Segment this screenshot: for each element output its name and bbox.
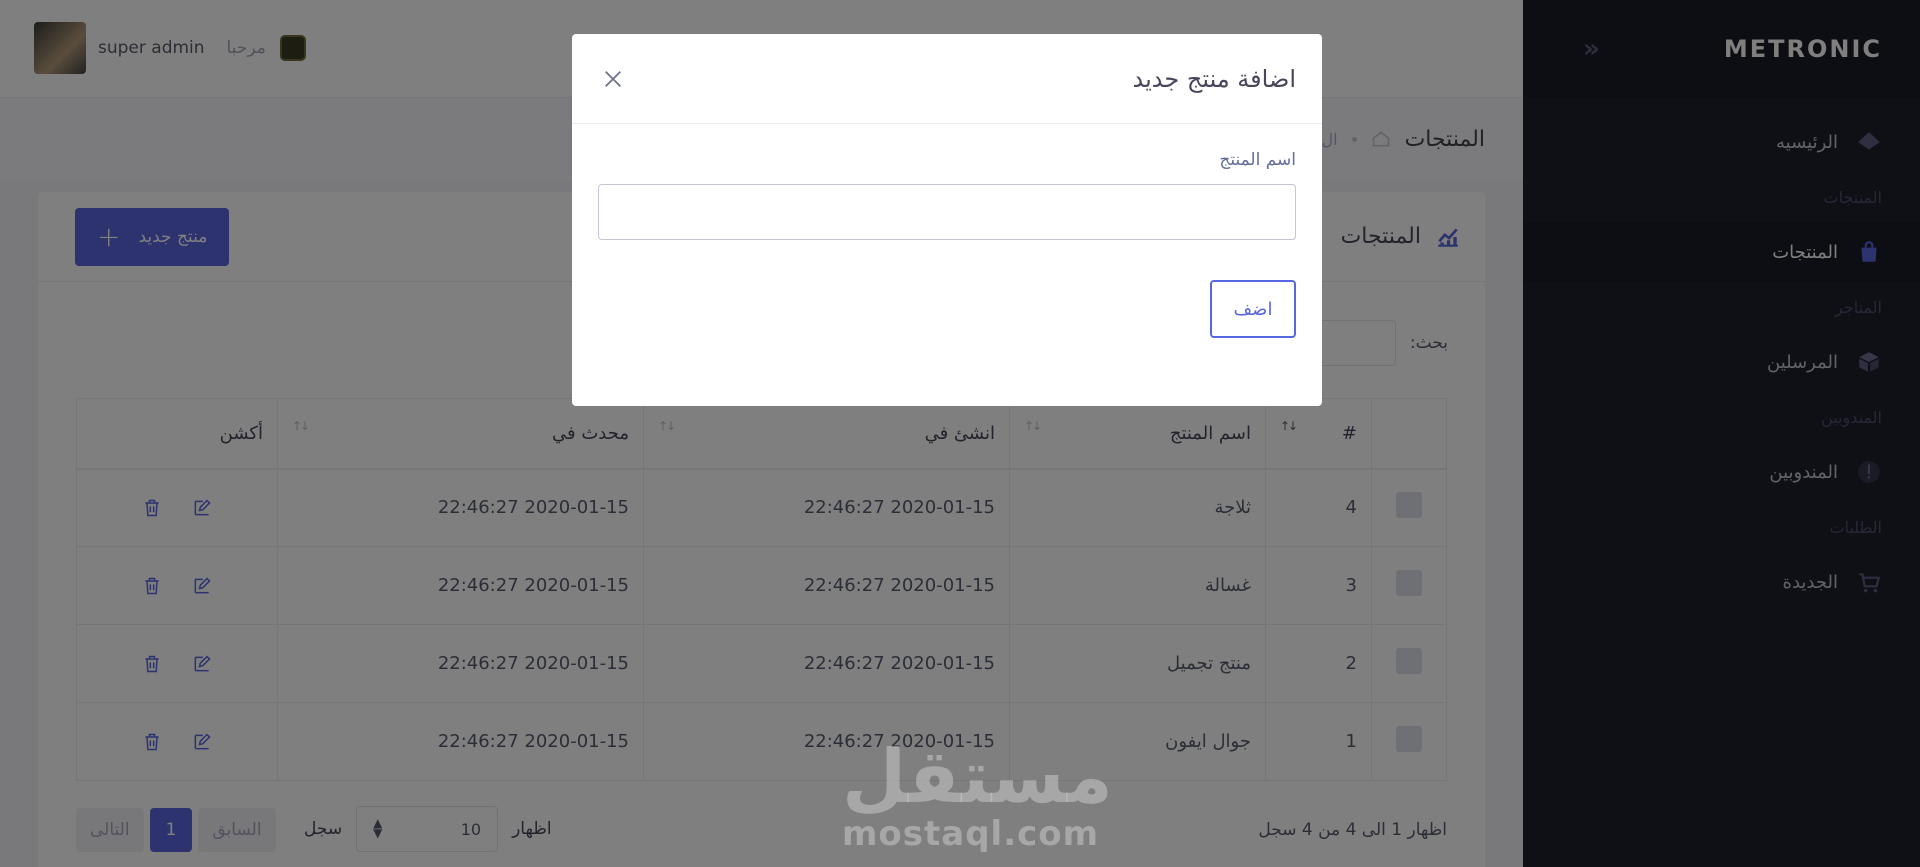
product-name-label: اسم المنتج — [1219, 150, 1296, 170]
watermark-latin: mostaql.com — [842, 814, 1100, 854]
add-button[interactable]: اضف — [1210, 280, 1296, 338]
modal-body: اسم المنتج اضف — [572, 124, 1322, 364]
product-name-input[interactable] — [598, 184, 1296, 240]
watermark: مستقل mostaql.com — [842, 734, 1113, 854]
modal-title: اضافة منتج جديد — [1132, 64, 1297, 93]
watermark-arabic: مستقل — [842, 734, 1113, 820]
close-icon[interactable] — [598, 64, 628, 94]
add-product-modal: اضافة منتج جديد اسم المنتج اضف — [572, 34, 1322, 406]
modal-header: اضافة منتج جديد — [572, 34, 1322, 124]
